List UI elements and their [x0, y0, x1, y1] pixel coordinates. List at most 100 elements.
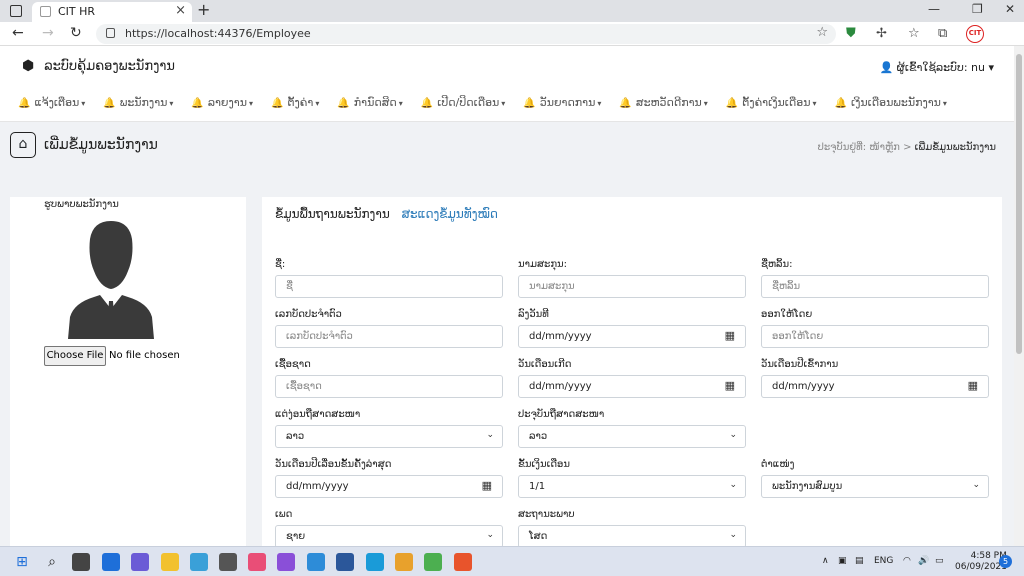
menu-item-open-close-month[interactable]: 🔔 ເປີດ/ປິດເດືອນ ▾	[421, 96, 505, 109]
menu-item-settings[interactable]: 🔔 ຕັ້ງຄ່າ ▾	[271, 96, 319, 109]
birth-date-input[interactable]: dd/mm/yyyy ▦	[518, 375, 746, 398]
favorite-star-icon[interactable]: ☆	[816, 25, 828, 40]
issued-by-input[interactable]: ອອກໃຫ້ໂດຍ	[761, 325, 989, 348]
user-menu[interactable]: 👤 ຜູ້ເຂົ້າໃຊ້ລະບົບ: nu ▾	[879, 61, 994, 74]
forward-arrow-icon[interactable]: →	[42, 25, 54, 41]
salary-level-select[interactable]: 1/1 ⌄	[518, 475, 746, 498]
menu-item-employee-salary[interactable]: 🔔 ເງິນເດືອນພະນັກງານ ▾	[834, 96, 946, 109]
maximize-button[interactable]: ❐	[972, 2, 983, 16]
calculator-icon[interactable]	[219, 553, 237, 571]
tab-basic-info[interactable]: ຂໍ້ມູນພື້ນຖານພະນັກງານ	[275, 207, 390, 221]
browser-tab-strip: CIT HR × + — ❐ ✕	[0, 0, 1024, 22]
id-card-input[interactable]: ເລກບັດປະຈຳຕົວ	[275, 325, 503, 348]
url-field[interactable]: https://localhost:44376/Employee ☆	[96, 24, 836, 44]
menu-item-employees[interactable]: 🔔 ພະນັກງານ ▾	[103, 96, 173, 109]
first-name-input[interactable]: ຊື່	[275, 275, 503, 298]
birth-date-group: ວັນເດືອນເກີດ dd/mm/yyyy ▦	[518, 359, 746, 398]
reload-icon[interactable]: ↻	[70, 25, 82, 41]
home-icon[interactable]: ⌂	[10, 132, 36, 158]
search-icon[interactable]: ⌕	[43, 553, 61, 571]
tray-app-icon[interactable]: ▤	[855, 556, 864, 566]
menu-item-notifications[interactable]: 🔔 ແຈ້ງເຕືອນ ▾	[18, 96, 85, 109]
app-header: ⬢ ລະບົບຄຸ້ມຄອງພະນັກງານ 👤 ຜູ້ເຂົ້າໃຊ້ລະບົບ…	[0, 46, 1014, 122]
close-window-button[interactable]: ✕	[1005, 2, 1015, 16]
windows-start-icon[interactable]: ⊞	[13, 553, 31, 571]
menu-label: ວັນຍາດການ	[539, 96, 596, 109]
valid-date-input[interactable]: dd/mm/yyyy ▦	[518, 325, 746, 348]
position-label: ຕຳແໜ່ງ	[761, 459, 795, 470]
start-date-input[interactable]: dd/mm/yyyy ▦	[761, 375, 989, 398]
chrome-icon[interactable]	[395, 553, 413, 571]
bell-icon: 🔔	[420, 98, 434, 109]
edge-icon[interactable]	[366, 553, 384, 571]
calendar-icon[interactable]: ▦	[968, 379, 978, 392]
battery-icon[interactable]: ▭	[935, 556, 944, 566]
language-indicator[interactable]: ENG	[874, 556, 893, 566]
app-icon[interactable]	[424, 553, 442, 571]
extensions-icon[interactable]: ✢	[876, 26, 887, 41]
caret-down-icon: ▾	[942, 99, 947, 108]
menu-item-welfare[interactable]: 🔔 ສະຫວັດດີການ ▾	[619, 96, 707, 109]
app-icon[interactable]	[454, 553, 472, 571]
gender-select[interactable]: ຊາຍ ⌄	[275, 525, 503, 546]
start-date-label: ວັນເດືອນປີເຂົ້າການ	[761, 359, 839, 370]
position-select[interactable]: ພະນັກງານສົມບູນ ⌄	[761, 475, 989, 498]
marital-status-select[interactable]: ໂສດ ⌄	[518, 525, 746, 546]
menu-item-permissions[interactable]: 🔔 ກຳນົດສິດ ▾	[337, 96, 402, 109]
new-tab-button[interactable]: +	[197, 0, 210, 19]
birth-date-label: ວັນເດືອນເກີດ	[518, 359, 572, 370]
minimize-button[interactable]: —	[928, 2, 940, 16]
vscode-icon[interactable]	[307, 553, 325, 571]
chat-icon[interactable]	[131, 553, 149, 571]
chevron-down-icon: ⌄	[486, 530, 494, 540]
visual-studio-icon[interactable]	[277, 553, 295, 571]
settings-app-icon[interactable]	[190, 553, 208, 571]
shield-extension-icon[interactable]: ⛊	[846, 26, 856, 41]
app-icon[interactable]	[248, 553, 266, 571]
current-religion-select[interactable]: ລາວ ⌄	[518, 425, 746, 448]
menu-item-reports[interactable]: 🔔 ລາຍງານ ▾	[191, 96, 253, 109]
ethnicity-input[interactable]: ເຊື້ອຊາດ	[275, 375, 503, 398]
back-arrow-icon[interactable]: ←	[12, 25, 24, 41]
breadcrumb-current: ເພີ່ມຂໍ້ມູນພະນັກງານ	[914, 142, 996, 153]
word-icon[interactable]	[336, 553, 354, 571]
last-raise-date-input[interactable]: dd/mm/yyyy ▦	[275, 475, 503, 498]
breadcrumb-prefix: ປະຈຸບັນຢູ່ທີ່:	[817, 142, 867, 153]
app-brand[interactable]: ⬢ ລະບົບຄຸ້ມຄອງພະນັກງານ	[22, 58, 175, 74]
religion-select[interactable]: ລາວ ⌄	[275, 425, 503, 448]
wifi-icon[interactable]: ◠	[903, 556, 911, 566]
volume-icon[interactable]: 🔊	[918, 556, 929, 566]
calendar-icon[interactable]: ▦	[482, 479, 492, 492]
scrollbar-thumb[interactable]	[1016, 54, 1022, 354]
task-view-icon[interactable]	[72, 553, 90, 571]
salary-level-group: ຂັ້ນເງິນເດືອນ 1/1 ⌄	[518, 459, 746, 498]
caret-down-icon: ▾	[703, 99, 708, 108]
valid-date-value: dd/mm/yyyy	[529, 331, 592, 342]
collections-icon[interactable]: ⧉	[938, 26, 947, 41]
caret-down-icon: ▾	[248, 99, 253, 108]
caret-down-icon: ▾	[81, 99, 86, 108]
browser-tab[interactable]: CIT HR ×	[32, 2, 192, 22]
tab-actions-icon[interactable]	[10, 5, 22, 17]
widgets-icon[interactable]	[102, 553, 120, 571]
breadcrumb-home-link[interactable]: ໜ້າຫຼັກ	[869, 142, 900, 153]
page-scrollbar[interactable]	[1014, 46, 1024, 546]
last-name-input[interactable]: ນາມສະກຸນ	[518, 275, 746, 298]
tray-app-icon[interactable]: ▣	[838, 556, 847, 566]
tab-close-icon[interactable]: ×	[175, 3, 186, 18]
calendar-icon[interactable]: ▦	[725, 329, 735, 342]
profile-avatar[interactable]: CIT	[966, 25, 984, 43]
notification-badge[interactable]: 5	[999, 555, 1012, 568]
tab-show-all[interactable]: ສະແດງຂໍ້ມູນທັງໝົດ	[402, 207, 498, 221]
nickname-input[interactable]: ຊື່ຫລິ້ນ	[761, 275, 989, 298]
menu-item-leave[interactable]: 🔔 ວັນຍາດການ ▾	[523, 96, 601, 109]
choose-file-button[interactable]: Choose File	[44, 346, 106, 366]
menu-item-salary-settings[interactable]: 🔔 ຕັ້ງຄ່າເງິນເດືອນ ▾	[726, 96, 817, 109]
chevron-down-icon: ▾	[988, 61, 994, 74]
calendar-icon[interactable]: ▦	[725, 379, 735, 392]
last-name-label: ນາມສະກຸນ:	[518, 259, 568, 270]
caret-down-icon: ▾	[169, 99, 174, 108]
file-explorer-icon[interactable]	[161, 553, 179, 571]
favorites-icon[interactable]: ☆	[908, 26, 920, 41]
tray-chevron-icon[interactable]: ∧	[822, 556, 829, 566]
